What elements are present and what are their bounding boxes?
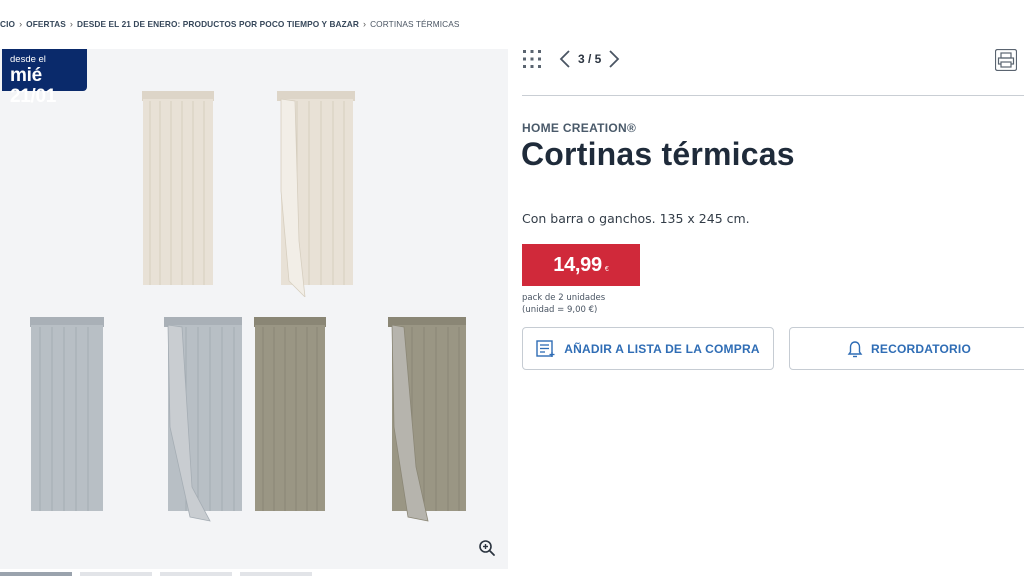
shopping-list-add-icon: [536, 339, 555, 357]
bell-icon: [847, 340, 863, 357]
thumbnail-4[interactable]: [240, 572, 312, 576]
curtain-image-taupe-1: [254, 317, 326, 511]
thumbnail-1[interactable]: [0, 572, 72, 576]
breadcrumb-item-inicio[interactable]: CIO: [0, 19, 15, 29]
pack-size: pack de 2 unidades: [522, 293, 606, 303]
thumbnail-strip: [0, 572, 340, 576]
curtain-image-grey-1: [30, 317, 104, 511]
thumbnail-3[interactable]: [160, 572, 232, 576]
product-image-gallery[interactable]: desde el mié 21/01: [0, 49, 508, 569]
thumbnail-2[interactable]: [80, 572, 152, 576]
image-counter: 3 / 5: [578, 52, 602, 66]
product-title: Cortinas térmicas: [521, 136, 795, 172]
chevron-right-icon[interactable]: [607, 49, 621, 69]
curtain-image-grey-2: [164, 317, 242, 522]
badge-date: mié 21/01: [10, 65, 57, 107]
curtain-image-cream-2: [277, 91, 355, 297]
price-currency: €: [604, 265, 609, 273]
availability-date-badge: desde el mié 21/01: [2, 49, 87, 107]
print-icon[interactable]: [995, 49, 1017, 71]
breadcrumb-separator-icon: ›: [362, 19, 367, 29]
breadcrumb-item-ofertas[interactable]: OFERTAS: [26, 19, 66, 29]
breadcrumb-item-current: CORTINAS TÉRMICAS: [370, 19, 460, 29]
unit-price: (unidad = 9,00 €): [522, 305, 598, 315]
grid-icon[interactable]: [522, 49, 542, 69]
reminder-button[interactable]: RECORDATORIO: [789, 327, 1024, 370]
curtain-image-taupe-2: [388, 317, 466, 522]
chevron-left-icon[interactable]: [558, 49, 572, 69]
breadcrumb-separator-icon: ›: [69, 19, 74, 29]
price-value: 14,99: [553, 253, 602, 276]
badge-label: desde el: [10, 54, 46, 65]
price-box: 14,99 €: [522, 244, 640, 286]
breadcrumb-item-campaign[interactable]: DESDE EL 21 DE ENERO: PRODUCTOS POR POCO…: [77, 19, 359, 29]
breadcrumb: CIO › OFERTAS › DESDE EL 21 DE ENERO: PR…: [0, 17, 460, 31]
add-to-shopping-list-label: AÑADIR A LISTA DE LA COMPRA: [564, 341, 760, 356]
curtain-image-cream-1: [142, 91, 214, 285]
breadcrumb-separator-icon: ›: [19, 19, 23, 29]
pack-info: pack de 2 unidades (unidad = 9,00 €): [522, 292, 605, 316]
add-to-shopping-list-button[interactable]: AÑADIR A LISTA DE LA COMPRA: [522, 327, 774, 370]
product-description: Con barra o ganchos. 135 x 245 cm.: [522, 211, 750, 226]
reminder-label: RECORDATORIO: [871, 341, 971, 356]
zoom-in-icon[interactable]: [478, 539, 496, 557]
product-brand: HOME CREATION®: [522, 121, 637, 135]
header-divider: [522, 95, 1024, 96]
image-navigation: 3 / 5: [522, 48, 621, 70]
